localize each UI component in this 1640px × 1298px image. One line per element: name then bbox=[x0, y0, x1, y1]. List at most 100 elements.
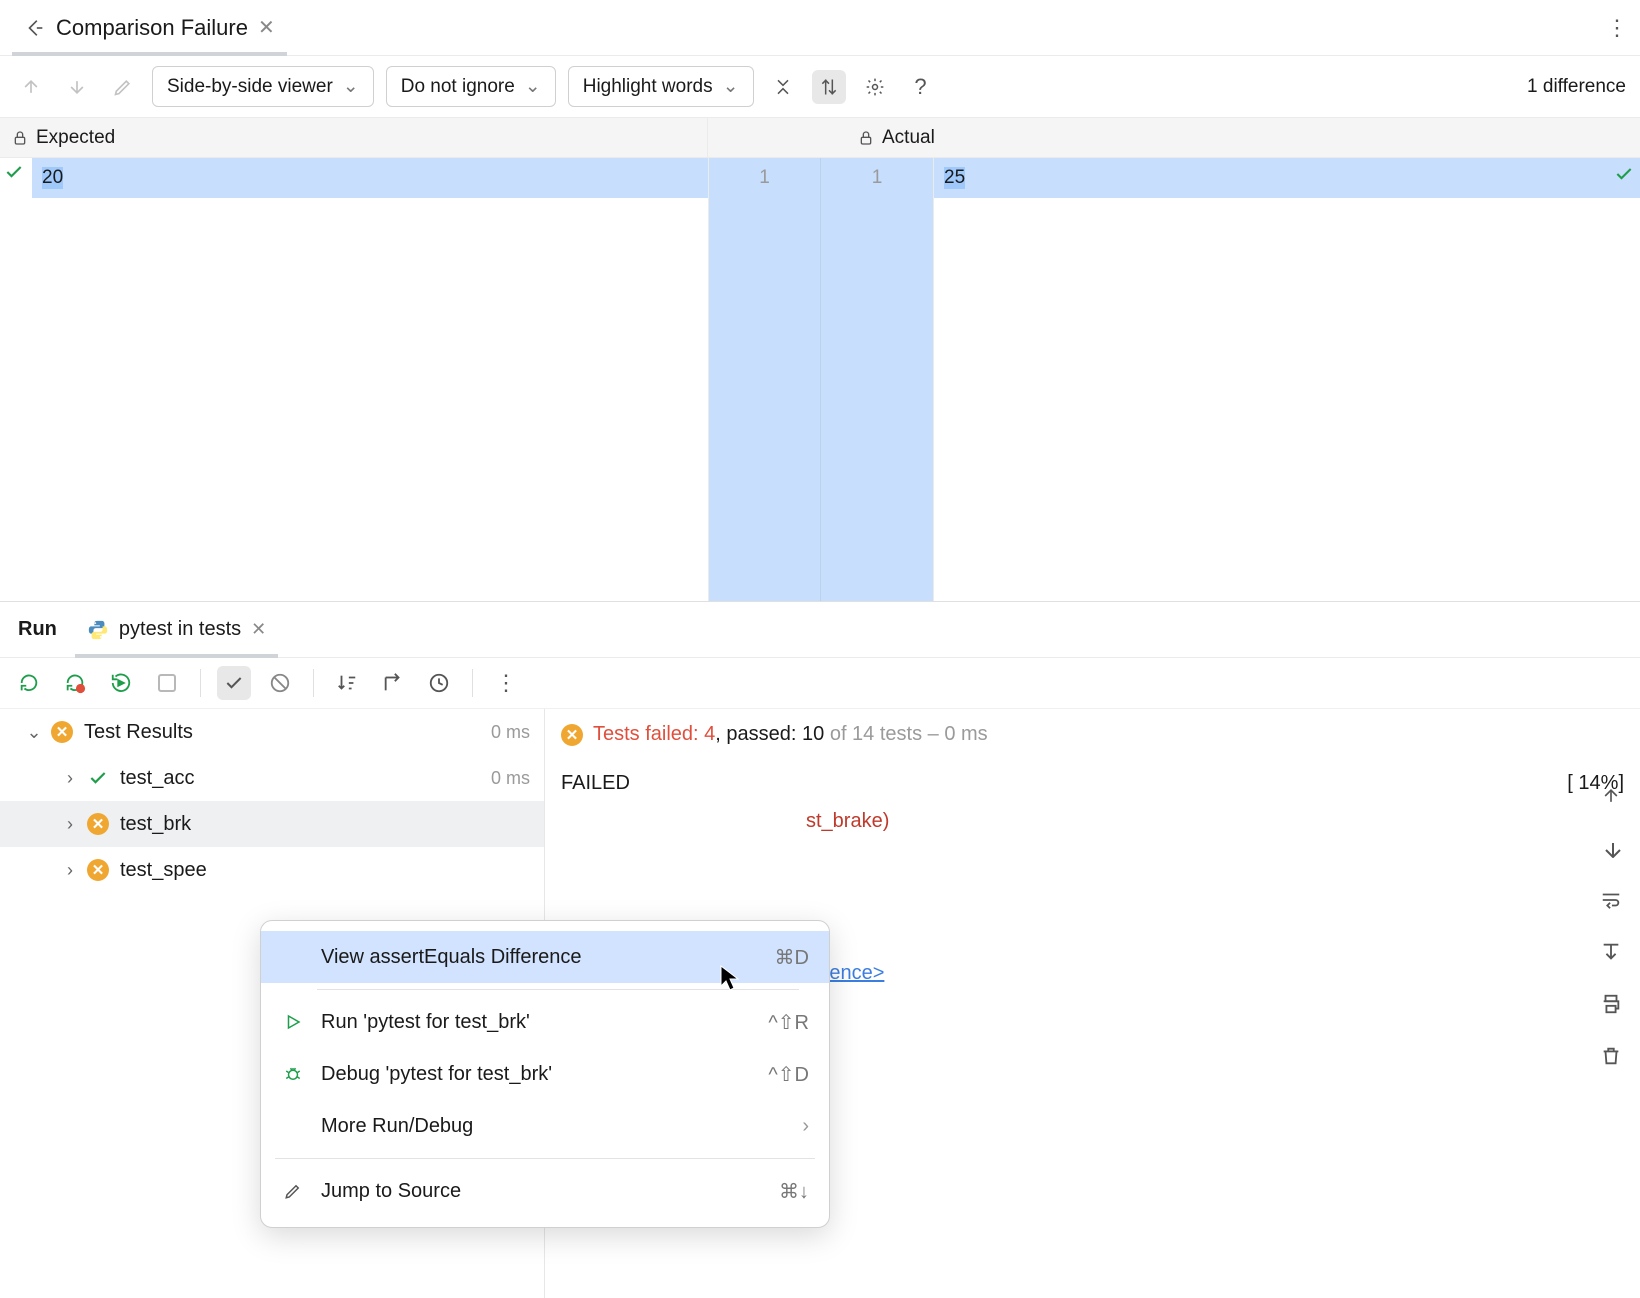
highlight-mode-dropdown[interactable]: Highlight words ⌄ bbox=[568, 66, 754, 107]
collapse-unchanged-icon[interactable] bbox=[766, 70, 800, 104]
diff-pane-header-row: Expected Actual bbox=[0, 118, 1640, 158]
run-tabbar: Run pytest in tests ✕ bbox=[0, 602, 1640, 658]
check-icon bbox=[4, 162, 24, 182]
right-line-number: 1 bbox=[821, 158, 933, 601]
ctx-run[interactable]: Run 'pytest for test_brk' ^⇧R bbox=[261, 996, 829, 1048]
tree-item-test-acc[interactable]: › test_acc 0 ms bbox=[0, 755, 544, 801]
expected-pane-header: Expected bbox=[0, 118, 708, 157]
bug-icon bbox=[281, 1065, 305, 1083]
down-icon[interactable] bbox=[1594, 831, 1628, 865]
chevron-right-icon: › bbox=[802, 1115, 809, 1138]
show-passed-button[interactable] bbox=[217, 666, 251, 700]
python-icon bbox=[87, 619, 109, 641]
chevron-right-icon[interactable]: › bbox=[60, 768, 80, 789]
summary-pass: , passed: 10 bbox=[715, 723, 824, 745]
ctx-shortcut: ^⇧R bbox=[768, 1010, 809, 1035]
lock-icon bbox=[12, 130, 28, 146]
run-tab-title: pytest in tests bbox=[119, 618, 241, 641]
diff-line: 25 bbox=[934, 158, 1640, 198]
actual-value: 25 bbox=[944, 167, 965, 189]
ctx-jump-to-source[interactable]: Jump to Source ⌘↓ bbox=[261, 1165, 829, 1217]
console-line: FAILED bbox=[561, 764, 630, 802]
up-icon[interactable] bbox=[1594, 779, 1628, 813]
fail-icon: ✕ bbox=[86, 858, 110, 882]
expected-pane[interactable]: 20 bbox=[32, 158, 708, 601]
diff-body: 20 1 1 25 bbox=[0, 158, 1640, 602]
edit-icon[interactable] bbox=[106, 70, 140, 104]
close-icon[interactable]: ✕ bbox=[258, 15, 275, 40]
dropdown-label: Side-by-side viewer bbox=[167, 76, 333, 98]
ctx-view-diff[interactable]: View assertEquals Difference ⌘D bbox=[261, 931, 829, 983]
rerun-failed-button[interactable] bbox=[58, 666, 92, 700]
ctx-label: Run 'pytest for test_brk' bbox=[321, 1011, 752, 1034]
tab-comparison-failure[interactable]: Comparison Failure ✕ bbox=[12, 0, 287, 55]
fail-icon: ✕ bbox=[561, 724, 583, 746]
soft-wrap-icon[interactable] bbox=[1594, 883, 1628, 917]
tree-node-label: test_acc bbox=[120, 767, 491, 790]
diff-gutter: 1 1 bbox=[708, 158, 934, 601]
scroll-to-end-icon[interactable] bbox=[1594, 935, 1628, 969]
ignore-mode-dropdown[interactable]: Do not ignore ⌄ bbox=[386, 66, 556, 107]
toggle-autorun-button[interactable] bbox=[104, 666, 138, 700]
lock-icon bbox=[858, 130, 874, 146]
diff-count-label: 1 difference bbox=[1527, 76, 1626, 98]
trash-icon[interactable] bbox=[1594, 1039, 1628, 1073]
check-icon bbox=[1614, 164, 1634, 184]
ctx-label: Debug 'pytest for test_brk' bbox=[321, 1063, 752, 1086]
tree-item-test-spee[interactable]: › ✕ test_spee bbox=[0, 847, 544, 893]
play-icon bbox=[281, 1013, 305, 1031]
tree-node-time: 0 ms bbox=[491, 768, 530, 789]
chevron-down-icon: ⌄ bbox=[723, 75, 739, 98]
kebab-icon[interactable]: ⋮ bbox=[1606, 15, 1628, 41]
show-ignored-button[interactable] bbox=[263, 666, 297, 700]
chevron-right-icon[interactable]: › bbox=[60, 814, 80, 835]
ctx-label: More Run/Debug bbox=[321, 1115, 786, 1138]
actual-pane[interactable]: 25 bbox=[934, 158, 1640, 601]
close-icon[interactable]: ✕ bbox=[251, 619, 266, 640]
tree-root[interactable]: ⌄ ✕ Test Results 0 ms bbox=[0, 709, 544, 755]
chevron-down-icon: ⌄ bbox=[525, 75, 541, 98]
prev-diff-button[interactable] bbox=[14, 70, 48, 104]
fail-icon: ✕ bbox=[50, 720, 74, 744]
print-icon[interactable] bbox=[1594, 987, 1628, 1021]
actual-pane-header: Actual bbox=[708, 118, 1640, 157]
left-line-number: 1 bbox=[709, 158, 821, 601]
console-sidebar bbox=[1594, 779, 1628, 1073]
ctx-shortcut: ⌘↓ bbox=[779, 1179, 809, 1204]
diff-line: 20 bbox=[32, 158, 708, 198]
viewer-mode-dropdown[interactable]: Side-by-side viewer ⌄ bbox=[152, 66, 374, 107]
ctx-debug[interactable]: Debug 'pytest for test_brk' ^⇧D bbox=[261, 1048, 829, 1100]
tree-node-label: Test Results bbox=[84, 721, 491, 744]
next-diff-button[interactable] bbox=[60, 70, 94, 104]
run-tab-pytest[interactable]: pytest in tests ✕ bbox=[75, 602, 278, 657]
history-button[interactable] bbox=[422, 666, 456, 700]
tab-title: Comparison Failure bbox=[56, 15, 248, 41]
pass-icon bbox=[86, 766, 110, 790]
pencil-icon bbox=[281, 1182, 305, 1200]
summary-total: of 14 tests – 0 ms bbox=[824, 723, 987, 745]
gear-icon[interactable] bbox=[858, 70, 892, 104]
ctx-label: Jump to Source bbox=[321, 1180, 763, 1203]
stop-button[interactable] bbox=[150, 666, 184, 700]
expected-label: Expected bbox=[36, 127, 115, 149]
chevron-down-icon: ⌄ bbox=[343, 75, 359, 98]
sort-button[interactable] bbox=[330, 666, 364, 700]
tree-node-time: 0 ms bbox=[491, 722, 530, 743]
ctx-shortcut: ⌘D bbox=[775, 945, 809, 970]
tree-node-label: test_brk bbox=[120, 813, 530, 836]
tree-item-test-brk[interactable]: › ✕ test_brk bbox=[0, 801, 544, 847]
sync-scroll-icon[interactable] bbox=[812, 70, 846, 104]
summary-fail: Tests failed: 4 bbox=[593, 723, 715, 745]
expected-value: 20 bbox=[42, 167, 63, 189]
rerun-button[interactable] bbox=[12, 666, 46, 700]
chevron-right-icon[interactable]: › bbox=[60, 860, 80, 881]
console-line: st_brake) bbox=[561, 802, 1624, 840]
context-menu: View assertEquals Difference ⌘D Run 'pyt… bbox=[260, 920, 830, 1228]
run-panel-label: Run bbox=[8, 618, 67, 641]
expand-all-button[interactable] bbox=[376, 666, 410, 700]
ctx-more-run-debug[interactable]: More Run/Debug › bbox=[261, 1100, 829, 1152]
help-icon[interactable]: ? bbox=[904, 70, 938, 104]
ctx-label: View assertEquals Difference bbox=[321, 946, 759, 969]
more-actions-button[interactable]: ⋮ bbox=[489, 666, 523, 700]
chevron-down-icon[interactable]: ⌄ bbox=[24, 722, 44, 743]
